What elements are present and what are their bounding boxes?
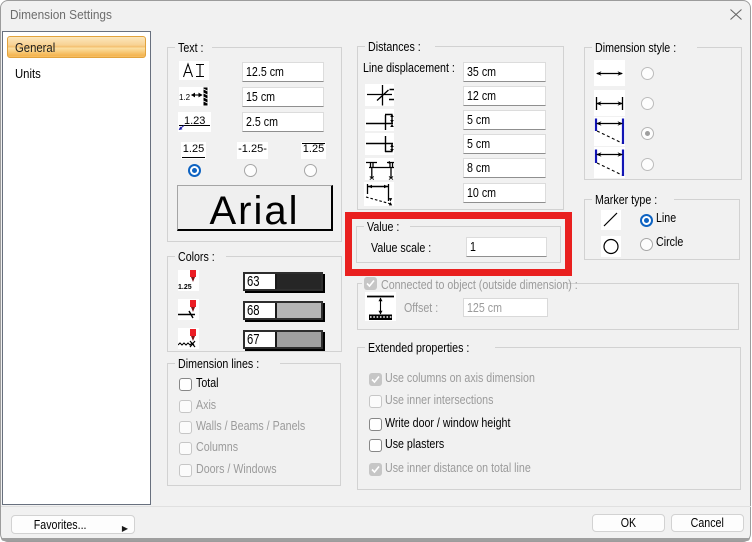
svg-text:1.25: 1.25: [178, 284, 192, 291]
svg-text:1.2: 1.2: [179, 93, 191, 102]
